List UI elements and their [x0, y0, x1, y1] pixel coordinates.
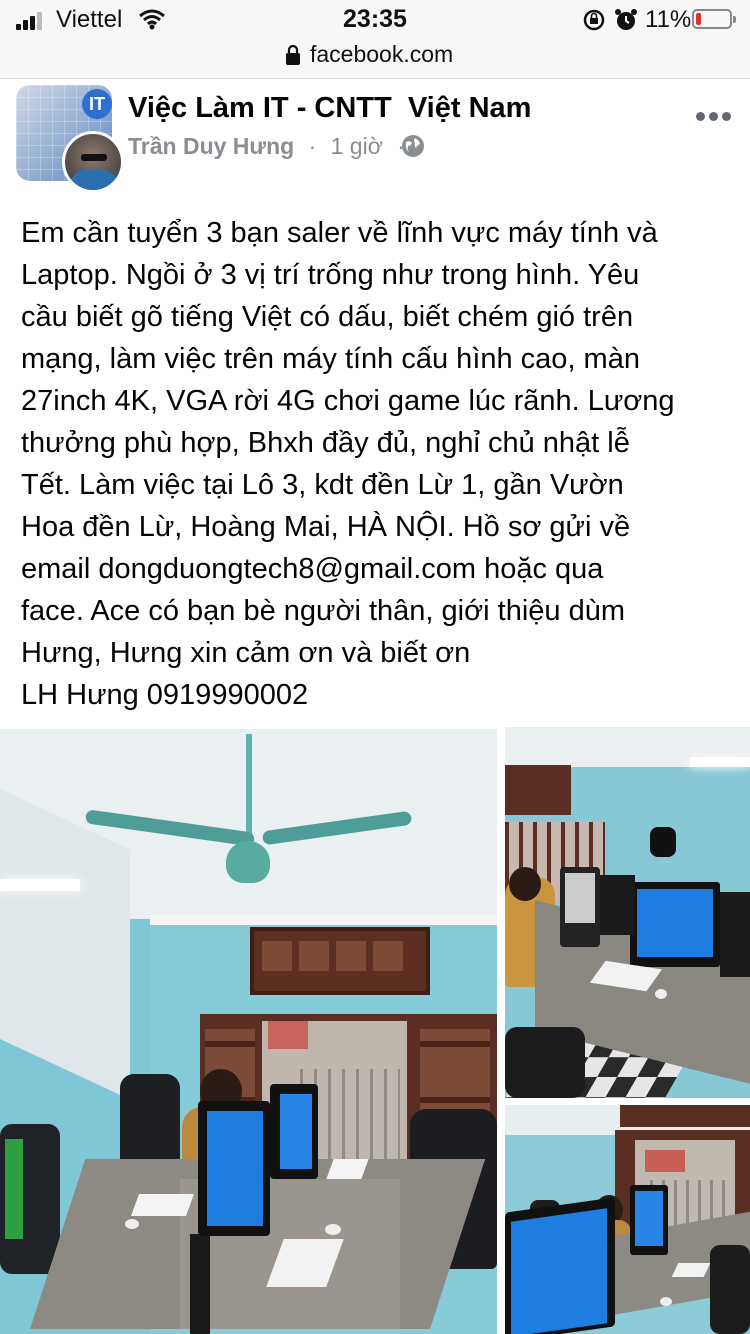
- post-photo-1[interactable]: [0, 729, 497, 1334]
- battery-icon: [692, 9, 736, 29]
- status-bar: Viettel 23:35 11%: [0, 0, 750, 40]
- battery-percent: 11%: [645, 6, 692, 33]
- post-line: Tết. Làm việc tại Lô 3, kdt đền Lừ 1, gầ…: [21, 469, 624, 501]
- group-name-link[interactable]: Việc Làm IT - CNTT Việt Nam: [128, 92, 531, 125]
- alarm-icon: [615, 9, 637, 30]
- post-body: Em cần tuyển 3 bạn saler về lĩnh vực máy…: [21, 212, 736, 716]
- post-line: mạng, làm việc trên máy tính cấu hình ca…: [21, 343, 640, 375]
- lock-icon: [286, 44, 300, 65]
- post-line: email dongduongtech8@gmail.com hoặc qua: [21, 553, 604, 585]
- rotation-lock-icon: [583, 9, 605, 31]
- post-timestamp[interactable]: 1 giờ: [331, 133, 383, 159]
- address-bar[interactable]: facebook.com: [0, 40, 750, 79]
- meta-separator: ·: [308, 133, 317, 159]
- post-line: Laptop. Ngồi ở 3 vị trí trống như trong …: [21, 259, 640, 291]
- url-text: facebook.com: [310, 41, 454, 67]
- post-line: thưởng phù hợp, Bhxh đầy đủ, nghỉ chủ nh…: [21, 427, 630, 459]
- author-avatar[interactable]: [62, 131, 124, 193]
- post-photo-2[interactable]: [505, 727, 750, 1098]
- group-badge: IT: [82, 89, 112, 119]
- post-line: LH Hưng 0919990002: [21, 679, 309, 711]
- globe-icon: [402, 135, 424, 157]
- more-options-icon[interactable]: [696, 112, 732, 122]
- post-line: Hoa đền Lừ, Hoàng Mai, HÀ NỘI. Hồ sơ gửi…: [21, 511, 631, 543]
- author-name-link[interactable]: Trần Duy Hưng: [128, 133, 294, 159]
- post-line: cầu biết gõ tiếng Việt có dấu, biết chém…: [21, 301, 634, 333]
- post-line: face. Ace có bạn bè người thân, giới thi…: [21, 595, 625, 627]
- post-photo-3[interactable]: [505, 1105, 750, 1334]
- post-meta: Trần Duy Hưng · 1 giờ ·: [128, 133, 413, 160]
- post-line: Em cần tuyển 3 bạn saler về lĩnh vực máy…: [21, 217, 658, 249]
- post-line: Hưng, Hưng xin cảm ơn và biết ơn: [21, 637, 471, 669]
- post-line: 27inch 4K, VGA rời 4G chơi game lúc rãnh…: [21, 385, 675, 417]
